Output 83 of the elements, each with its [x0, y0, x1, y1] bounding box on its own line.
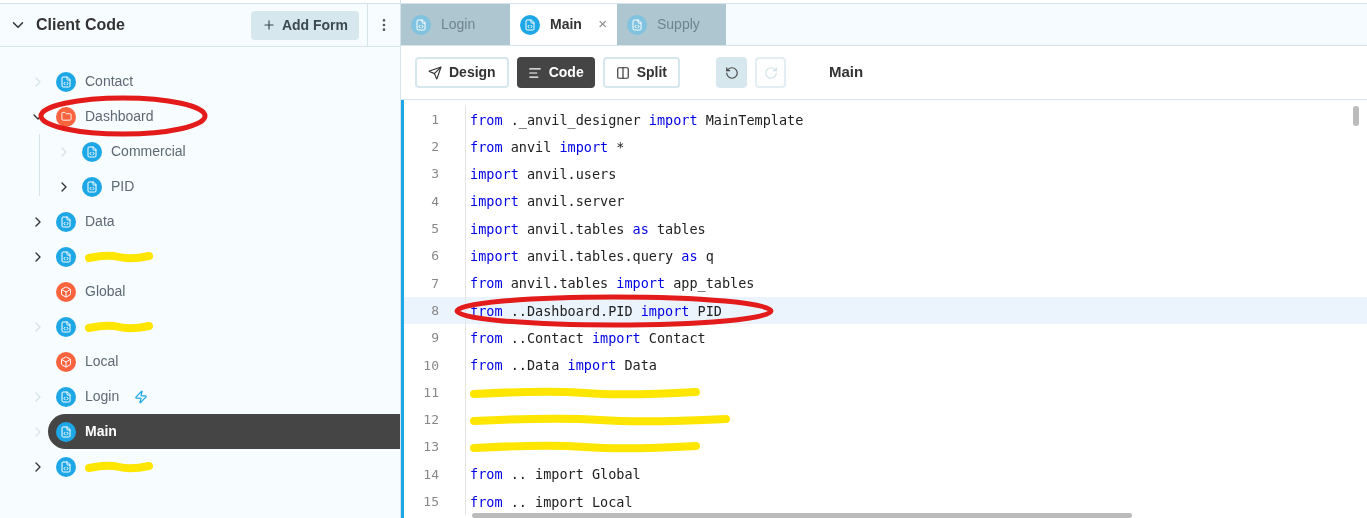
- line-number: 5: [430, 220, 439, 239]
- code-line: import anvil.server: [470, 192, 625, 212]
- tree-item-label: Commercial: [111, 142, 186, 161]
- tree-item-label: Main: [85, 422, 117, 441]
- line-number: 10: [422, 356, 439, 375]
- tree-item[interactable]: Dashboard: [56, 99, 400, 134]
- tab-label: Supply: [657, 15, 700, 34]
- plus-icon: [261, 18, 276, 32]
- redaction-scribble: [85, 460, 153, 473]
- tree-item[interactable]: Data: [56, 204, 400, 239]
- undo-button[interactable]: [716, 57, 748, 88]
- close-icon[interactable]: ×: [598, 13, 607, 36]
- redo-icon: [763, 65, 778, 80]
- line-number: 6: [430, 247, 439, 266]
- line-number: 11: [422, 383, 439, 402]
- line-number: 15: [422, 493, 439, 512]
- tree-item-label: Dashboard: [85, 107, 154, 126]
- tab-label: Main: [550, 15, 582, 34]
- tree-item-label: PID: [111, 177, 135, 196]
- form-icon: [82, 176, 102, 197]
- code-line: import anvil.tables.query as q: [470, 247, 714, 266]
- line-number: 1: [430, 110, 439, 129]
- line-number: 13: [422, 438, 439, 457]
- code-line: from ..Data import Data: [470, 356, 657, 376]
- line-number: 4: [430, 192, 439, 211]
- redaction-scribble: [85, 250, 153, 263]
- tree-item[interactable]: Main: [48, 414, 400, 449]
- undo-icon: [724, 65, 739, 80]
- form-icon: [520, 14, 540, 35]
- tree-item-label: Data: [85, 212, 115, 231]
- line-number: 14: [422, 465, 439, 484]
- horizontal-scrollbar[interactable]: [472, 513, 1132, 518]
- lines-icon: [527, 65, 542, 80]
- form-icon: [56, 316, 76, 337]
- form-icon: [56, 246, 76, 267]
- code-line: import anvil.users: [470, 165, 617, 185]
- send-icon: [428, 65, 442, 80]
- tab-label: Login: [441, 15, 476, 34]
- redaction-scribble: [85, 320, 153, 333]
- line-number: 8: [430, 301, 439, 320]
- tree-item[interactable]: Login: [56, 379, 400, 414]
- mode-button[interactable]: Design: [415, 57, 509, 88]
- vertical-scrollbar[interactable]: [1353, 106, 1359, 126]
- code-line: from .. import Global: [470, 465, 641, 485]
- form-icon: [56, 386, 76, 407]
- line-number: 3: [430, 165, 439, 184]
- tree-item[interactable]: PID: [82, 169, 400, 204]
- folder-icon: [56, 106, 76, 127]
- lightning-icon: [134, 389, 149, 404]
- line-number: 2: [430, 138, 439, 157]
- line-number: 12: [422, 411, 439, 430]
- form-icon: [56, 211, 76, 232]
- form-icon: [56, 421, 76, 442]
- code-line: from anvil import *: [470, 137, 625, 157]
- section-title: Client Code: [36, 15, 126, 35]
- editor-tab[interactable]: Main ×: [510, 4, 617, 45]
- cube-icon: [56, 351, 76, 372]
- tree-item-label: Contact: [85, 72, 134, 91]
- tree-item[interactable]: Contact: [56, 64, 400, 99]
- form-icon: [56, 456, 76, 477]
- form-icon: [411, 14, 431, 35]
- form-icon: [56, 71, 76, 92]
- mode-button[interactable]: Split: [602, 57, 681, 88]
- tree-item[interactable]: Global: [56, 274, 400, 309]
- split-icon: [615, 65, 630, 80]
- code-line: import anvil.tables as tables: [470, 219, 706, 239]
- tree-item[interactable]: Local: [56, 344, 400, 379]
- code-line: from ._anvil_designer import MainTemplate: [470, 110, 804, 130]
- line-number: 7: [430, 274, 439, 293]
- tree-item-label: Global: [85, 282, 126, 301]
- line-number: 9: [430, 329, 439, 348]
- form-icon: [82, 141, 102, 162]
- add-form-button[interactable]: Add Form: [250, 10, 359, 40]
- tree-item[interactable]: Commercial: [82, 134, 400, 169]
- mode-button[interactable]: Code: [516, 57, 595, 88]
- code-line: from anvil.tables import app_tables: [470, 274, 755, 294]
- tree-item-label: Local: [85, 352, 119, 371]
- cube-icon: [56, 281, 76, 302]
- form-title: Main: [829, 62, 864, 83]
- code-line: from ..Contact import Contact: [470, 328, 706, 348]
- form-icon: [627, 14, 647, 35]
- code-line: from .. import Local: [470, 492, 633, 512]
- tree-item-label: Login: [85, 387, 120, 406]
